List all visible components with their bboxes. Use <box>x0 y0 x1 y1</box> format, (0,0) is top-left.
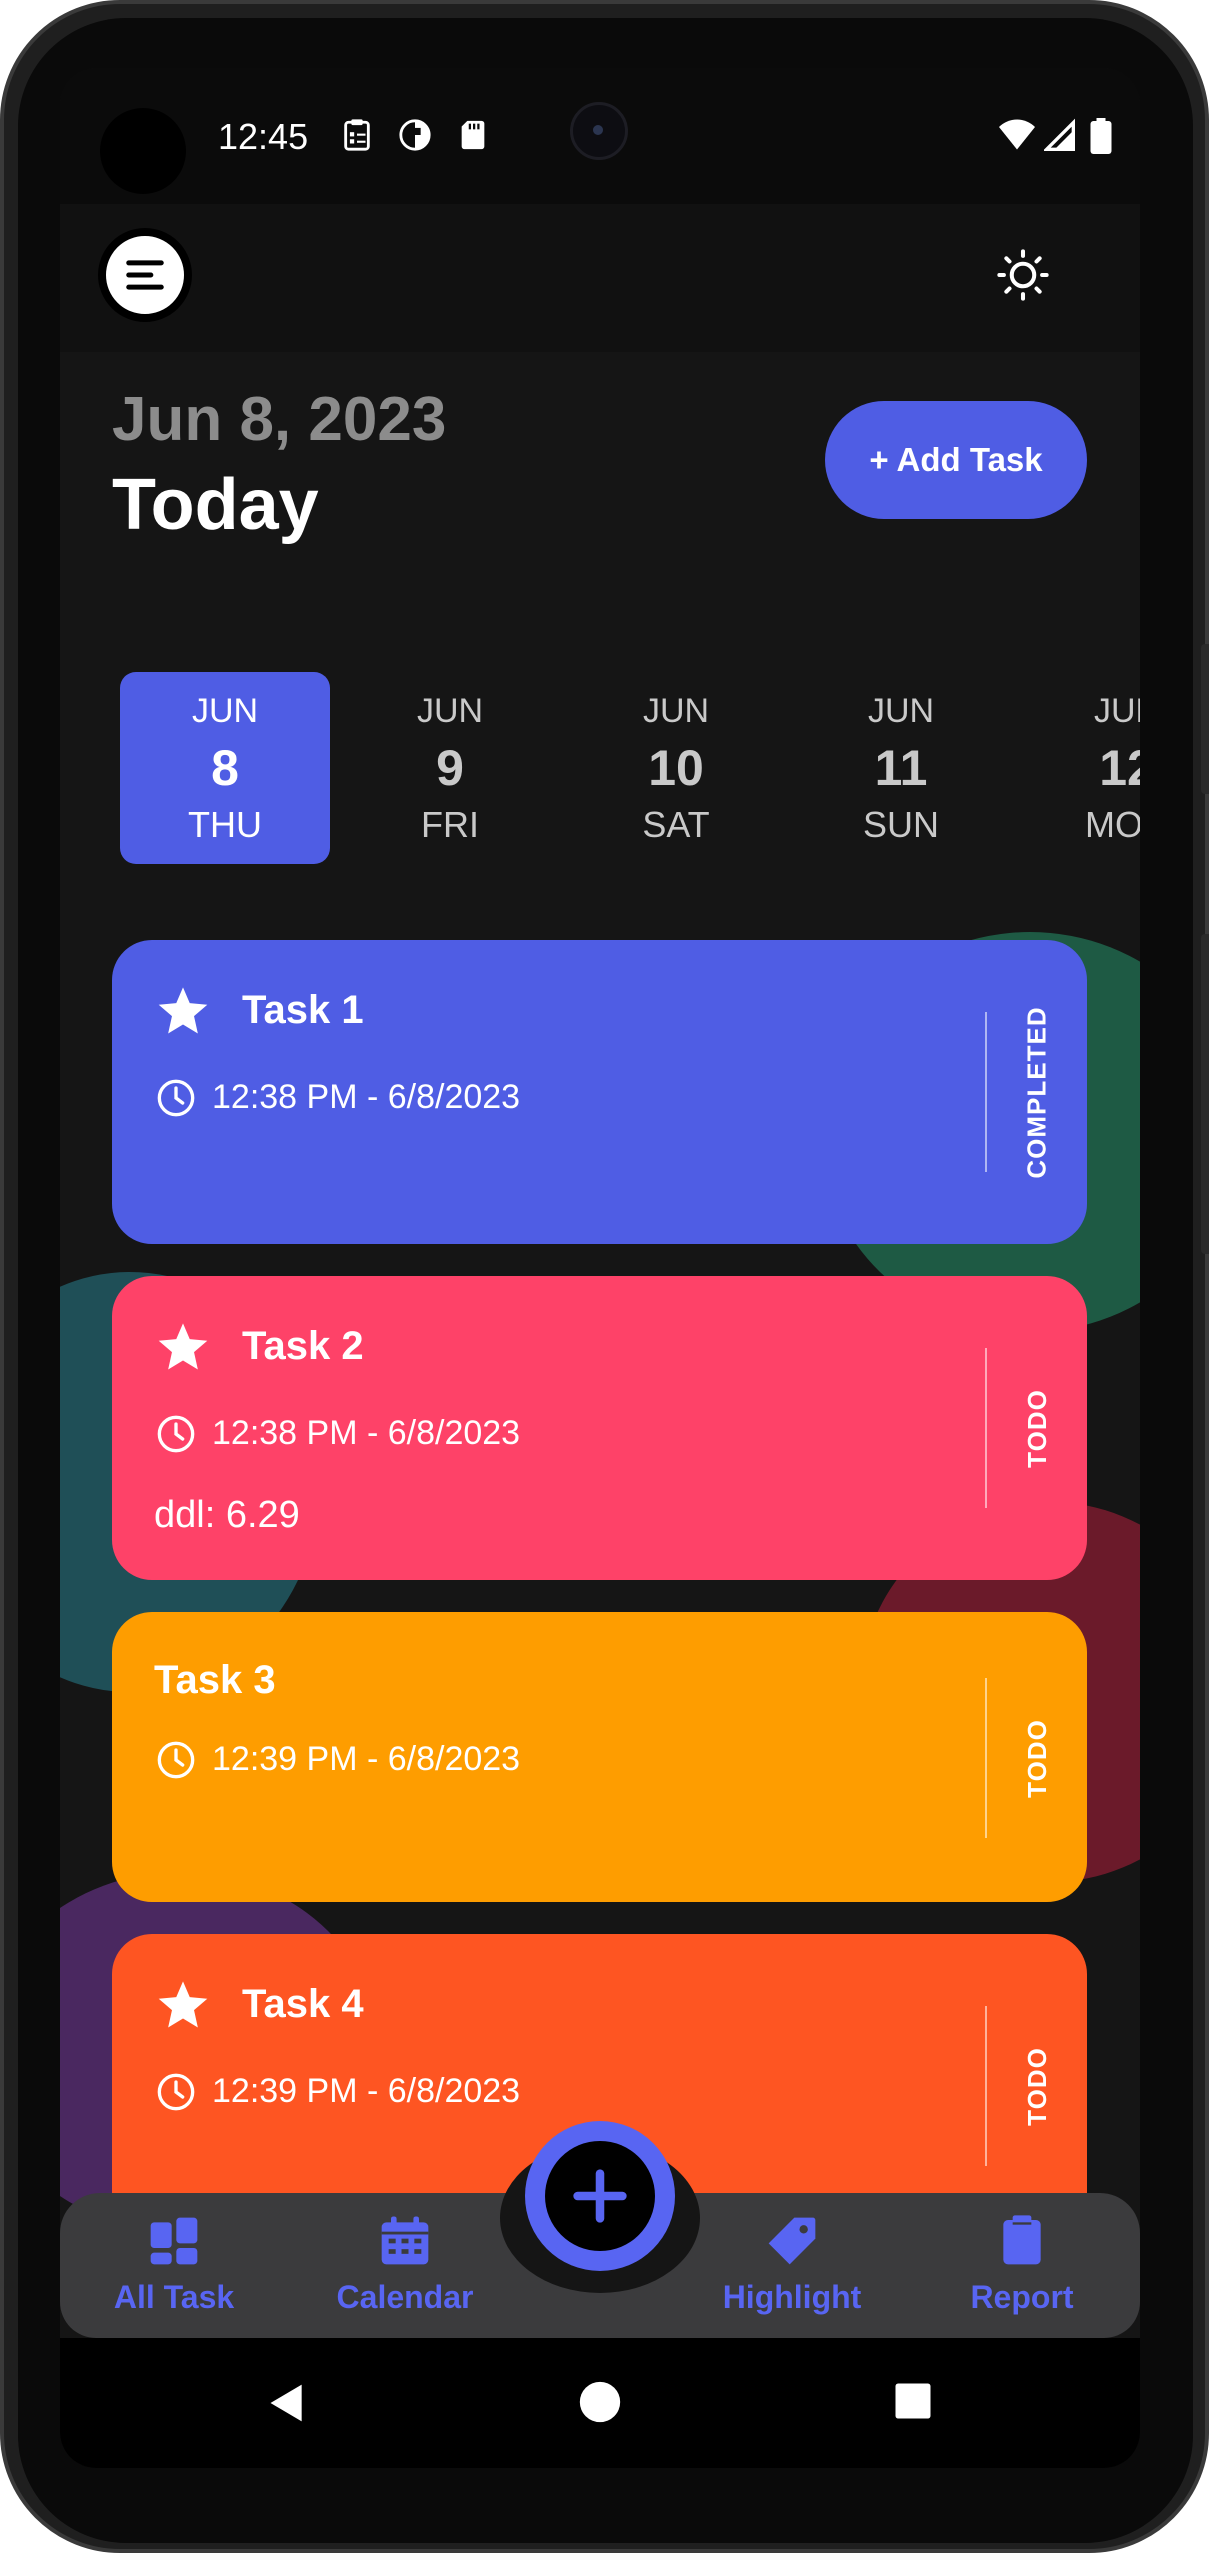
day-weekday: THU <box>188 804 262 845</box>
sun-icon[interactable] <box>996 248 1050 302</box>
status-bar: 12:45 <box>60 68 1140 204</box>
status-badge: TODO <box>1017 1348 1057 1508</box>
task-title: Task 2 <box>242 1324 364 1368</box>
divider <box>985 1678 987 1838</box>
menu-icon <box>126 260 164 290</box>
battery-icon <box>1090 118 1112 154</box>
nav-label: Report <box>970 2279 1074 2315</box>
day-month: JUN <box>867 692 935 730</box>
clock-icon <box>157 1415 195 1453</box>
nav-item-report[interactable]: Report <box>922 2213 1122 2316</box>
app-bar <box>60 204 1140 352</box>
nav-item-all-task[interactable]: All Task <box>74 2213 274 2316</box>
task-title: Task 3 <box>154 1658 276 1702</box>
clipboard-icon <box>1003 2215 1041 2265</box>
main-content: Jun 8, 2023 Today + Add Task JUN 8 THU J… <box>60 352 1140 2352</box>
recents-icon[interactable] <box>892 2380 934 2422</box>
status-label: TODO <box>1021 1718 1052 1798</box>
star-icon <box>158 1981 208 2028</box>
calendar-icon <box>381 2216 429 2265</box>
day-item[interactable]: JUN 12 MON <box>1022 672 1140 864</box>
task-time: 12:39 PM - 6/8/2023 <box>212 2072 521 2110</box>
status-time: 12:45 <box>218 116 309 157</box>
star-icon <box>158 987 208 1034</box>
nav-label: All Task <box>113 2279 235 2315</box>
fab-inner <box>545 2141 655 2251</box>
day-weekday: MON <box>1085 804 1140 845</box>
status-badge: COMPLETED <box>1017 1006 1057 1178</box>
volume-button <box>1201 644 1209 794</box>
clock-icon <box>157 1741 195 1779</box>
tag-icon <box>768 2217 816 2265</box>
nav-item-highlight[interactable]: Highlight <box>692 2213 892 2316</box>
status-label: COMPLETED <box>1021 1005 1052 1179</box>
date-picker: JUN 8 THU JUN 9 FRI JUN 10 SAT JUN 11 SU… <box>60 672 1140 864</box>
clock-icon <box>157 1079 195 1117</box>
add-task-button[interactable]: + Add Task <box>825 401 1087 519</box>
back-icon[interactable] <box>265 2380 309 2426</box>
day-item[interactable]: JUN 11 SUN <box>796 672 1006 864</box>
task-title: Task 1 <box>242 988 364 1032</box>
status-badge: TODO <box>1017 1678 1057 1838</box>
task-time: 12:39 PM - 6/8/2023 <box>212 1740 521 1778</box>
day-item[interactable]: JUN 10 SAT <box>571 672 781 864</box>
day-item[interactable]: JUN 8 THU <box>120 672 330 864</box>
day-number: 8 <box>211 739 239 796</box>
day-number: 10 <box>648 739 704 796</box>
data-saver-icon <box>399 119 431 151</box>
day-weekday: SAT <box>642 804 710 845</box>
camera-cutout <box>100 108 186 194</box>
power-button <box>1201 934 1209 1254</box>
day-weekday: FRI <box>421 804 479 845</box>
task-card[interactable]: Task 1 12:38 PM - 6/8/2023 COMPLETED <box>112 940 1087 1244</box>
divider <box>985 1012 987 1172</box>
add-fab-button[interactable] <box>525 2121 675 2271</box>
home-icon[interactable] <box>578 2380 622 2424</box>
page-title: Today <box>112 465 319 545</box>
star-icon <box>158 1323 208 1370</box>
status-badge: TODO <box>1017 2006 1057 2166</box>
nav-label: Highlight <box>722 2279 862 2315</box>
current-date: Jun 8, 2023 <box>112 385 447 454</box>
day-month: JUN <box>416 692 484 730</box>
clock-icon <box>157 2073 195 2111</box>
day-weekday: SUN <box>862 804 939 845</box>
divider <box>985 1348 987 1508</box>
bottom-nav: All Task Calendar Highlight Report <box>60 2121 1140 2338</box>
task-time: 12:38 PM - 6/8/2023 <box>212 1078 521 1116</box>
status-label: TODO <box>1021 1388 1052 1468</box>
menu-button[interactable] <box>98 228 192 322</box>
front-camera <box>570 102 628 160</box>
day-number: 9 <box>436 739 464 796</box>
system-nav-bar <box>60 2338 1140 2468</box>
plus-icon <box>573 2169 627 2223</box>
task-card[interactable]: Task 3 12:39 PM - 6/8/2023 TODO <box>112 1612 1087 1902</box>
day-number: 11 <box>874 739 928 796</box>
day-month: JUN <box>1093 692 1140 730</box>
task-card[interactable]: Task 2 12:38 PM - 6/8/2023 ddl: 6.29 TOD… <box>112 1276 1087 1580</box>
task-note: ddl: 6.29 <box>154 1494 300 1536</box>
day-number: 12 <box>1099 739 1140 796</box>
signal-icon <box>1044 118 1075 151</box>
day-month: JUN <box>642 692 710 730</box>
day-item[interactable]: JUN 9 FRI <box>345 672 555 864</box>
nav-label: Calendar <box>336 2279 474 2315</box>
task-title: Task 4 <box>242 1982 364 2026</box>
nav-item-calendar[interactable]: Calendar <box>305 2213 505 2316</box>
dashboard-icon <box>150 2217 198 2265</box>
day-month: JUN <box>191 692 259 730</box>
task-time: 12:38 PM - 6/8/2023 <box>212 1414 521 1452</box>
wifi-icon <box>999 119 1035 150</box>
divider <box>985 2006 987 2166</box>
screen: 12:45 Jun 8, 2023 Today + Add Task JUN 8… <box>60 68 1140 2468</box>
sd-card-icon <box>461 120 485 150</box>
clipboard-icon <box>344 119 370 151</box>
status-label: TODO <box>1021 2046 1052 2126</box>
